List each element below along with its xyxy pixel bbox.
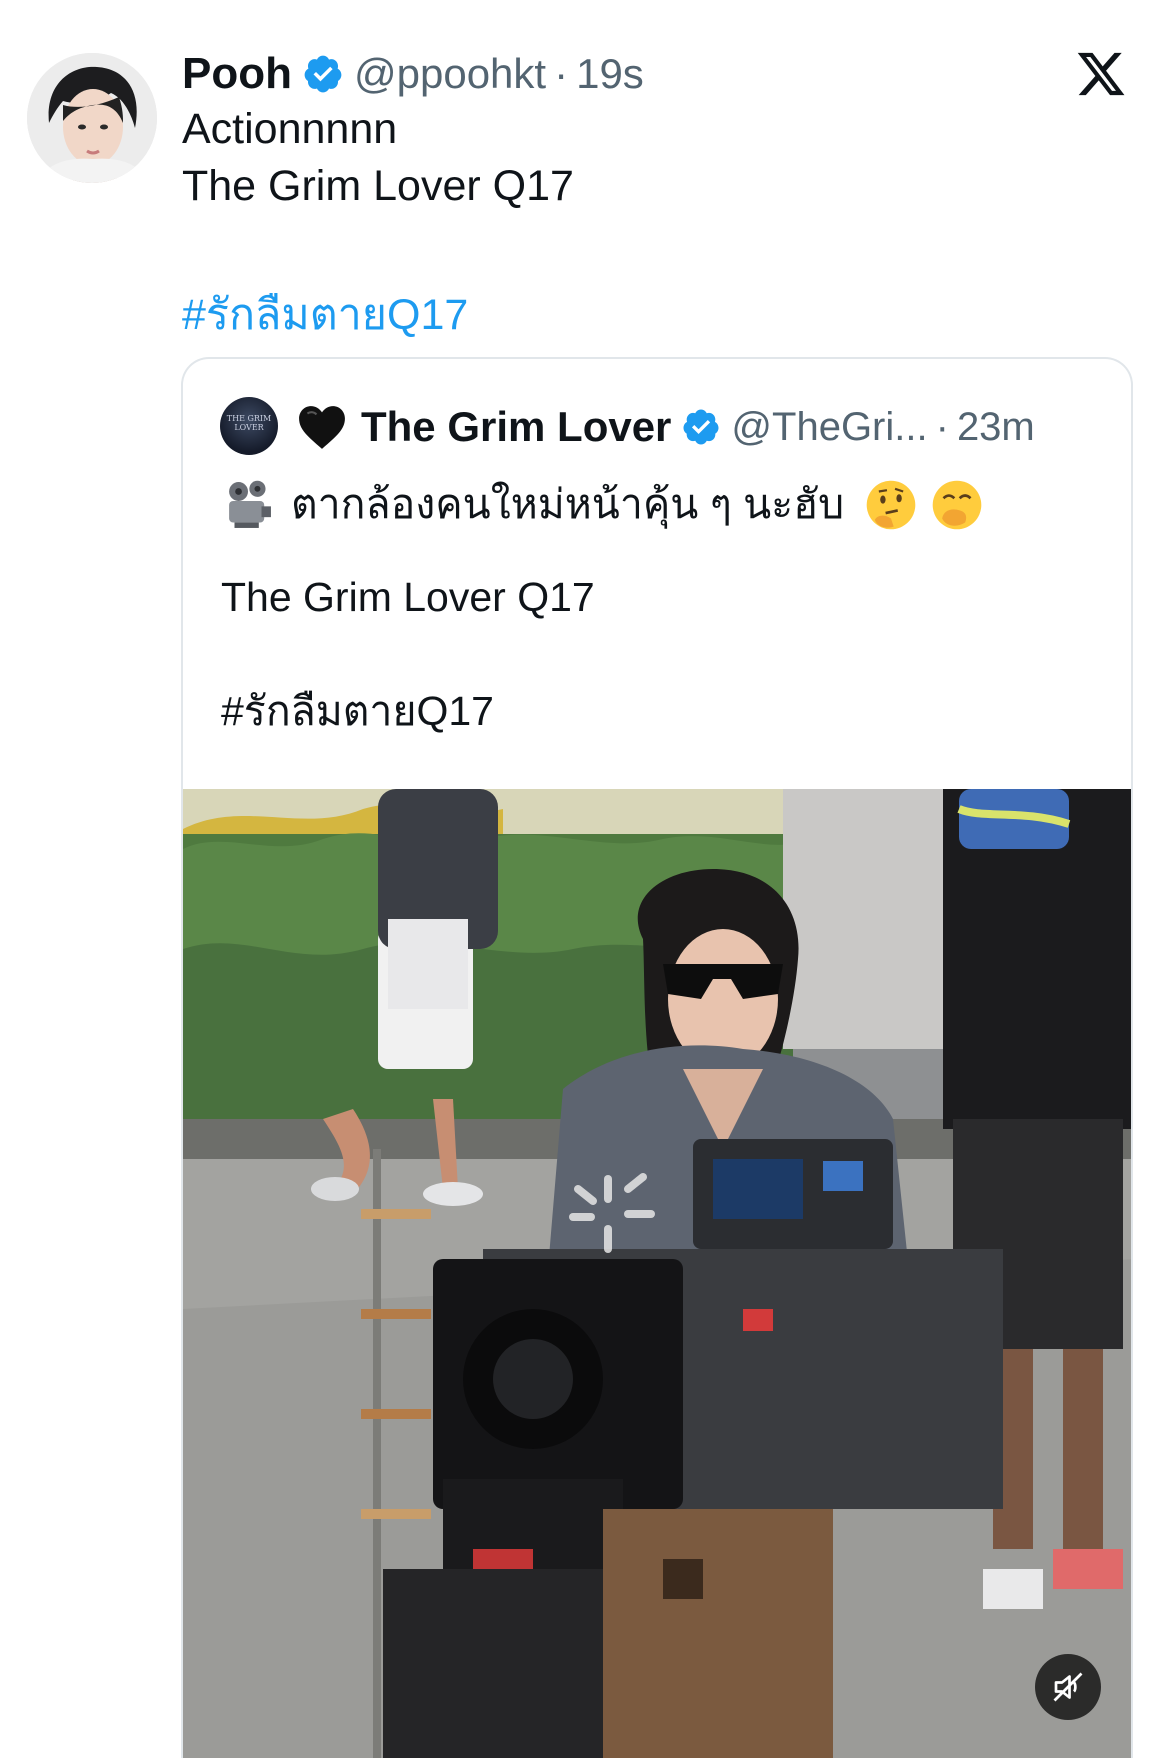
- quoted-hashtag-link[interactable]: #รักลืมตายQ17: [221, 679, 494, 744]
- x-logo-icon[interactable]: [1075, 48, 1127, 100]
- quoted-text-line-2: The Grim Lover Q17: [221, 574, 595, 620]
- film-projector-icon: [229, 480, 271, 528]
- quoted-tweet-card[interactable]: THE GRIM LOVER The Grim Lover @TheGri...…: [181, 357, 1133, 1758]
- quoted-tweet-time[interactable]: 23m: [957, 405, 1035, 450]
- quoted-author-name[interactable]: The Grim Lover: [361, 403, 671, 451]
- quoted-author-avatar[interactable]: THE GRIM LOVER: [220, 397, 278, 455]
- verified-badge-icon: [304, 55, 342, 93]
- verified-badge-icon: [683, 409, 719, 445]
- black-heart-icon: [299, 406, 345, 449]
- quoted-text-line-1: ตากล้องคนใหม่หน้าคุ้น ๆ นะฮับ: [221, 472, 984, 537]
- author-handle[interactable]: @ppoohkt: [354, 50, 546, 98]
- tweet-header: Pooh @ppoohkt · 19s: [182, 44, 644, 104]
- author-avatar-image: [27, 53, 157, 183]
- tweet-hashtag-link[interactable]: #รักลืมตายQ17: [182, 280, 468, 348]
- separator-dot: ·: [935, 404, 949, 449]
- quoted-tweet-header: The Grim Lover @TheGri... · 23m: [297, 395, 1035, 459]
- tweet-time[interactable]: 19s: [576, 50, 644, 98]
- quoted-media-video[interactable]: [183, 789, 1131, 1758]
- author-name[interactable]: Pooh: [182, 49, 292, 99]
- mute-icon: [1053, 1672, 1083, 1702]
- mute-toggle-button[interactable]: [1035, 1654, 1101, 1720]
- separator-dot: ·: [554, 50, 569, 97]
- face-with-hand-over-mouth-icon: [932, 480, 982, 529]
- quoted-author-handle[interactable]: @TheGri...: [731, 405, 927, 450]
- author-avatar[interactable]: [27, 53, 157, 183]
- quoted-avatar-logo-text: THE GRIM LOVER: [226, 414, 272, 432]
- tweet-text-line-2: The Grim Lover Q17: [182, 162, 574, 210]
- video-frame-image: [183, 789, 1131, 1758]
- tweet-text-line-1: Actionnnnn: [182, 105, 398, 153]
- thinking-face-icon: [866, 480, 916, 529]
- quoted-thai-text: ตากล้องคนใหม่หน้าคุ้น ๆ นะฮับ: [291, 481, 845, 527]
